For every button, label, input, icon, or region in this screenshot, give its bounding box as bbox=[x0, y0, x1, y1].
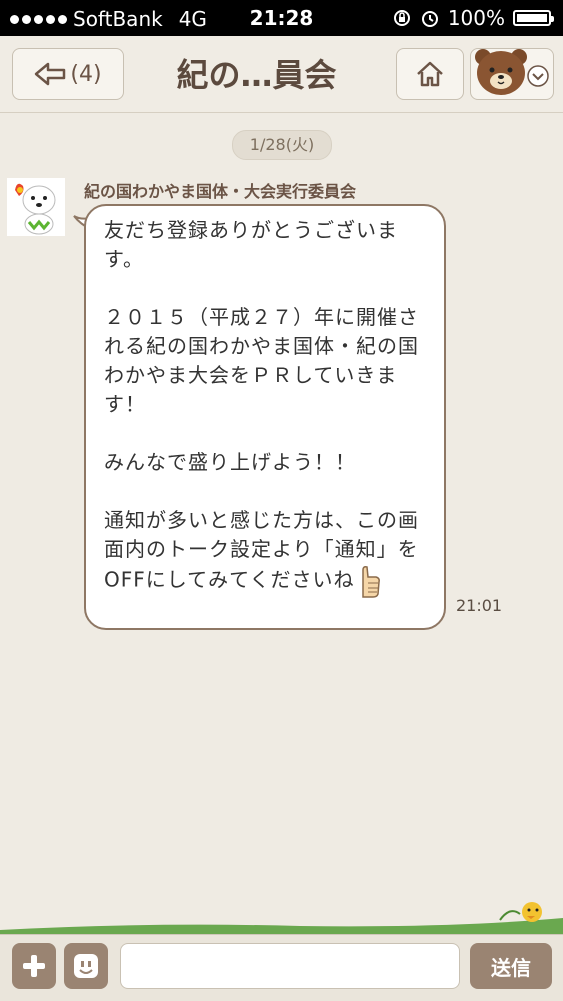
back-arrow-icon bbox=[35, 62, 66, 86]
plus-icon bbox=[23, 955, 45, 977]
sticker-button[interactable] bbox=[64, 943, 108, 989]
chevron-down-icon bbox=[527, 65, 549, 87]
message-input-bar: 送信 bbox=[0, 934, 563, 1001]
send-button[interactable]: 送信 bbox=[470, 943, 552, 989]
alarm-icon bbox=[421, 11, 438, 27]
date-separator: 1/28(火) bbox=[232, 130, 332, 160]
message-input[interactable] bbox=[120, 943, 460, 989]
grass-decoration bbox=[0, 902, 563, 936]
bear-character-icon bbox=[475, 49, 527, 95]
sender-name: 紀の国わかやま国体・大会実行委員会 bbox=[84, 182, 357, 201]
battery-percent: 100% bbox=[447, 6, 505, 30]
add-attachment-button[interactable] bbox=[12, 943, 56, 989]
thumbs-up-icon bbox=[361, 566, 380, 598]
smiley-icon bbox=[74, 954, 98, 978]
home-icon bbox=[417, 61, 443, 87]
message-text: 友だち登録ありがとうございます。 ２０１５（平成２７）年に開催される紀の国わかや… bbox=[104, 218, 419, 592]
home-button[interactable] bbox=[396, 48, 464, 100]
battery-icon bbox=[513, 10, 554, 26]
back-button[interactable]: (4) bbox=[12, 48, 124, 100]
status-bar: SoftBank 4G 21:28 100% bbox=[0, 0, 563, 36]
unread-count: (4) bbox=[70, 61, 102, 87]
chat-title: 紀の…員会 bbox=[176, 56, 337, 94]
message-timestamp: 21:01 bbox=[456, 596, 503, 615]
menu-button[interactable] bbox=[470, 48, 554, 100]
rotation-lock-icon bbox=[393, 10, 410, 26]
mascot-avatar-icon bbox=[7, 178, 65, 236]
message-bubble[interactable]: 友だち登録ありがとうございます。 ２０１５（平成２７）年に開催される紀の国わかや… bbox=[84, 204, 446, 630]
avatar[interactable] bbox=[7, 178, 65, 236]
chat-header: (4) 紀の…員会 bbox=[0, 36, 563, 113]
